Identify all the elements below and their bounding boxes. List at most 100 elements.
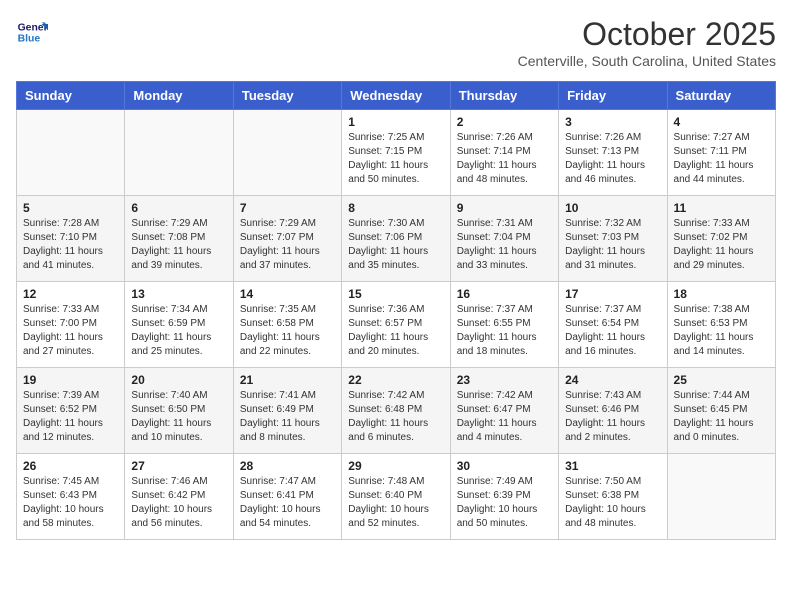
calendar-cell: 31Sunrise: 7:50 AM Sunset: 6:38 PM Dayli… bbox=[559, 454, 667, 540]
day-info: Sunrise: 7:34 AM Sunset: 6:59 PM Dayligh… bbox=[131, 303, 226, 359]
month-title: October 2025 bbox=[518, 16, 776, 53]
day-info: Sunrise: 7:43 AM Sunset: 6:46 PM Dayligh… bbox=[565, 389, 660, 445]
day-number: 23 bbox=[457, 373, 552, 387]
day-info: Sunrise: 7:41 AM Sunset: 6:49 PM Dayligh… bbox=[240, 389, 335, 445]
logo-icon: General Blue bbox=[16, 16, 48, 48]
calendar-cell: 28 Sunrise: 7:47 AM Sunset: 6:41 PM Dayli… bbox=[233, 454, 341, 540]
day-number: 30 bbox=[457, 459, 552, 473]
day-number: 15 bbox=[348, 287, 443, 301]
day-number: 29 bbox=[348, 459, 443, 473]
day-number: 22 bbox=[348, 373, 443, 387]
day-info: Sunrise: 7:26 AM Sunset: 7:13 PM Dayligh… bbox=[565, 131, 660, 187]
day-info: Sunrise: 7:30 AM Sunset: 7:06 PM Dayligh… bbox=[348, 217, 443, 273]
day-info: Sunrise: 7:32 AM Sunset: 7:03 PM Dayligh… bbox=[565, 217, 660, 273]
calendar-week-row: 12 Sunrise: 7:33 AM Sunset: 7:00 PM Dayli… bbox=[17, 282, 776, 368]
calendar-week-row: 19Sunrise: 7:39 AM Sunset: 6:52 PM Dayli… bbox=[17, 368, 776, 454]
calendar-cell: 9 Sunrise: 7:31 AM Sunset: 7:04 PM Daylig… bbox=[450, 196, 558, 282]
calendar-cell: 3 Sunrise: 7:26 AM Sunset: 7:13 PM Daylig… bbox=[559, 110, 667, 196]
calendar-cell: 27 Sunrise: 7:46 AM Sunset: 6:42 PM Dayli… bbox=[125, 454, 233, 540]
day-number: 2 bbox=[457, 115, 552, 129]
calendar-cell: 21 Sunrise: 7:41 AM Sunset: 6:49 PM Dayli… bbox=[233, 368, 341, 454]
day-info: Sunrise: 7:33 AM Sunset: 7:00 PM Dayligh… bbox=[23, 303, 118, 359]
day-info: Sunrise: 7:48 AM Sunset: 6:40 PM Dayligh… bbox=[348, 475, 443, 531]
column-header-sunday: Sunday bbox=[17, 82, 125, 110]
day-number: 28 bbox=[240, 459, 335, 473]
calendar-cell: 1Sunrise: 7:25 AM Sunset: 7:15 PM Daylig… bbox=[342, 110, 450, 196]
column-header-friday: Friday bbox=[559, 82, 667, 110]
day-number: 8 bbox=[348, 201, 443, 215]
calendar-cell: 16 Sunrise: 7:37 AM Sunset: 6:55 PM Dayli… bbox=[450, 282, 558, 368]
calendar-cell: 2Sunrise: 7:26 AM Sunset: 7:14 PM Daylig… bbox=[450, 110, 558, 196]
calendar-cell: 22 Sunrise: 7:42 AM Sunset: 6:48 PM Dayli… bbox=[342, 368, 450, 454]
day-info: Sunrise: 7:29 AM Sunset: 7:07 PM Dayligh… bbox=[240, 217, 335, 273]
day-info: Sunrise: 7:45 AM Sunset: 6:43 PM Dayligh… bbox=[23, 475, 118, 531]
title-block: October 2025 Centerville, South Carolina… bbox=[518, 16, 776, 69]
calendar-week-row: 1Sunrise: 7:25 AM Sunset: 7:15 PM Daylig… bbox=[17, 110, 776, 196]
calendar-cell: 7 Sunrise: 7:29 AM Sunset: 7:07 PM Daylig… bbox=[233, 196, 341, 282]
calendar-header-row: SundayMondayTuesdayWednesdayThursdayFrid… bbox=[17, 82, 776, 110]
day-number: 1 bbox=[348, 115, 443, 129]
logo: General Blue bbox=[16, 16, 48, 48]
calendar-cell bbox=[233, 110, 341, 196]
column-header-thursday: Thursday bbox=[450, 82, 558, 110]
svg-text:Blue: Blue bbox=[18, 34, 41, 45]
day-number: 21 bbox=[240, 373, 335, 387]
day-info: Sunrise: 7:42 AM Sunset: 6:47 PM Dayligh… bbox=[457, 389, 552, 445]
calendar-week-row: 5Sunrise: 7:28 AM Sunset: 7:10 PM Daylig… bbox=[17, 196, 776, 282]
column-header-tuesday: Tuesday bbox=[233, 82, 341, 110]
day-info: Sunrise: 7:37 AM Sunset: 6:54 PM Dayligh… bbox=[565, 303, 660, 359]
day-info: Sunrise: 7:33 AM Sunset: 7:02 PM Dayligh… bbox=[674, 217, 769, 273]
calendar-cell: 23 Sunrise: 7:42 AM Sunset: 6:47 PM Dayli… bbox=[450, 368, 558, 454]
day-number: 19 bbox=[23, 373, 118, 387]
calendar-cell: 15 Sunrise: 7:36 AM Sunset: 6:57 PM Dayli… bbox=[342, 282, 450, 368]
day-info: Sunrise: 7:46 AM Sunset: 6:42 PM Dayligh… bbox=[131, 475, 226, 531]
day-info: Sunrise: 7:50 AM Sunset: 6:38 PM Dayligh… bbox=[565, 475, 660, 531]
day-number: 17 bbox=[565, 287, 660, 301]
calendar-cell bbox=[17, 110, 125, 196]
day-number: 20 bbox=[131, 373, 226, 387]
day-number: 4 bbox=[674, 115, 769, 129]
day-info: Sunrise: 7:44 AM Sunset: 6:45 PM Dayligh… bbox=[674, 389, 769, 445]
day-number: 11 bbox=[674, 201, 769, 215]
day-number: 7 bbox=[240, 201, 335, 215]
day-number: 25 bbox=[674, 373, 769, 387]
calendar-cell: 11 Sunrise: 7:33 AM Sunset: 7:02 PM Dayli… bbox=[667, 196, 775, 282]
calendar-cell: 4 Sunrise: 7:27 AM Sunset: 7:11 PM Daylig… bbox=[667, 110, 775, 196]
day-number: 26 bbox=[23, 459, 118, 473]
day-number: 16 bbox=[457, 287, 552, 301]
day-info: Sunrise: 7:49 AM Sunset: 6:39 PM Dayligh… bbox=[457, 475, 552, 531]
day-info: Sunrise: 7:47 AM Sunset: 6:41 PM Dayligh… bbox=[240, 475, 335, 531]
calendar-cell: 6 Sunrise: 7:29 AM Sunset: 7:08 PM Daylig… bbox=[125, 196, 233, 282]
calendar-cell: 26 Sunrise: 7:45 AM Sunset: 6:43 PM Dayli… bbox=[17, 454, 125, 540]
day-info: Sunrise: 7:36 AM Sunset: 6:57 PM Dayligh… bbox=[348, 303, 443, 359]
day-number: 27 bbox=[131, 459, 226, 473]
column-header-monday: Monday bbox=[125, 82, 233, 110]
day-number: 6 bbox=[131, 201, 226, 215]
calendar-cell: 18 Sunrise: 7:38 AM Sunset: 6:53 PM Dayli… bbox=[667, 282, 775, 368]
calendar-cell: 25 Sunrise: 7:44 AM Sunset: 6:45 PM Dayli… bbox=[667, 368, 775, 454]
day-info: Sunrise: 7:35 AM Sunset: 6:58 PM Dayligh… bbox=[240, 303, 335, 359]
day-number: 24 bbox=[565, 373, 660, 387]
day-info: Sunrise: 7:40 AM Sunset: 6:50 PM Dayligh… bbox=[131, 389, 226, 445]
day-info: Sunrise: 7:29 AM Sunset: 7:08 PM Dayligh… bbox=[131, 217, 226, 273]
day-info: Sunrise: 7:38 AM Sunset: 6:53 PM Dayligh… bbox=[674, 303, 769, 359]
calendar-cell: 20 Sunrise: 7:40 AM Sunset: 6:50 PM Dayli… bbox=[125, 368, 233, 454]
day-info: Sunrise: 7:31 AM Sunset: 7:04 PM Dayligh… bbox=[457, 217, 552, 273]
calendar-cell: 5Sunrise: 7:28 AM Sunset: 7:10 PM Daylig… bbox=[17, 196, 125, 282]
day-number: 12 bbox=[23, 287, 118, 301]
calendar-cell: 14Sunrise: 7:35 AM Sunset: 6:58 PM Dayli… bbox=[233, 282, 341, 368]
day-info: Sunrise: 7:37 AM Sunset: 6:55 PM Dayligh… bbox=[457, 303, 552, 359]
calendar-table: SundayMondayTuesdayWednesdayThursdayFrid… bbox=[16, 81, 776, 540]
calendar-cell: 8 Sunrise: 7:30 AM Sunset: 7:06 PM Daylig… bbox=[342, 196, 450, 282]
column-header-wednesday: Wednesday bbox=[342, 82, 450, 110]
day-info: Sunrise: 7:27 AM Sunset: 7:11 PM Dayligh… bbox=[674, 131, 769, 187]
calendar-cell: 12 Sunrise: 7:33 AM Sunset: 7:00 PM Dayli… bbox=[17, 282, 125, 368]
calendar-cell: 29 Sunrise: 7:48 AM Sunset: 6:40 PM Dayli… bbox=[342, 454, 450, 540]
day-number: 9 bbox=[457, 201, 552, 215]
day-number: 18 bbox=[674, 287, 769, 301]
day-number: 3 bbox=[565, 115, 660, 129]
day-info: Sunrise: 7:42 AM Sunset: 6:48 PM Dayligh… bbox=[348, 389, 443, 445]
calendar-cell: 13Sunrise: 7:34 AM Sunset: 6:59 PM Dayli… bbox=[125, 282, 233, 368]
calendar-cell: 19Sunrise: 7:39 AM Sunset: 6:52 PM Dayli… bbox=[17, 368, 125, 454]
calendar-cell: 30 Sunrise: 7:49 AM Sunset: 6:39 PM Dayli… bbox=[450, 454, 558, 540]
